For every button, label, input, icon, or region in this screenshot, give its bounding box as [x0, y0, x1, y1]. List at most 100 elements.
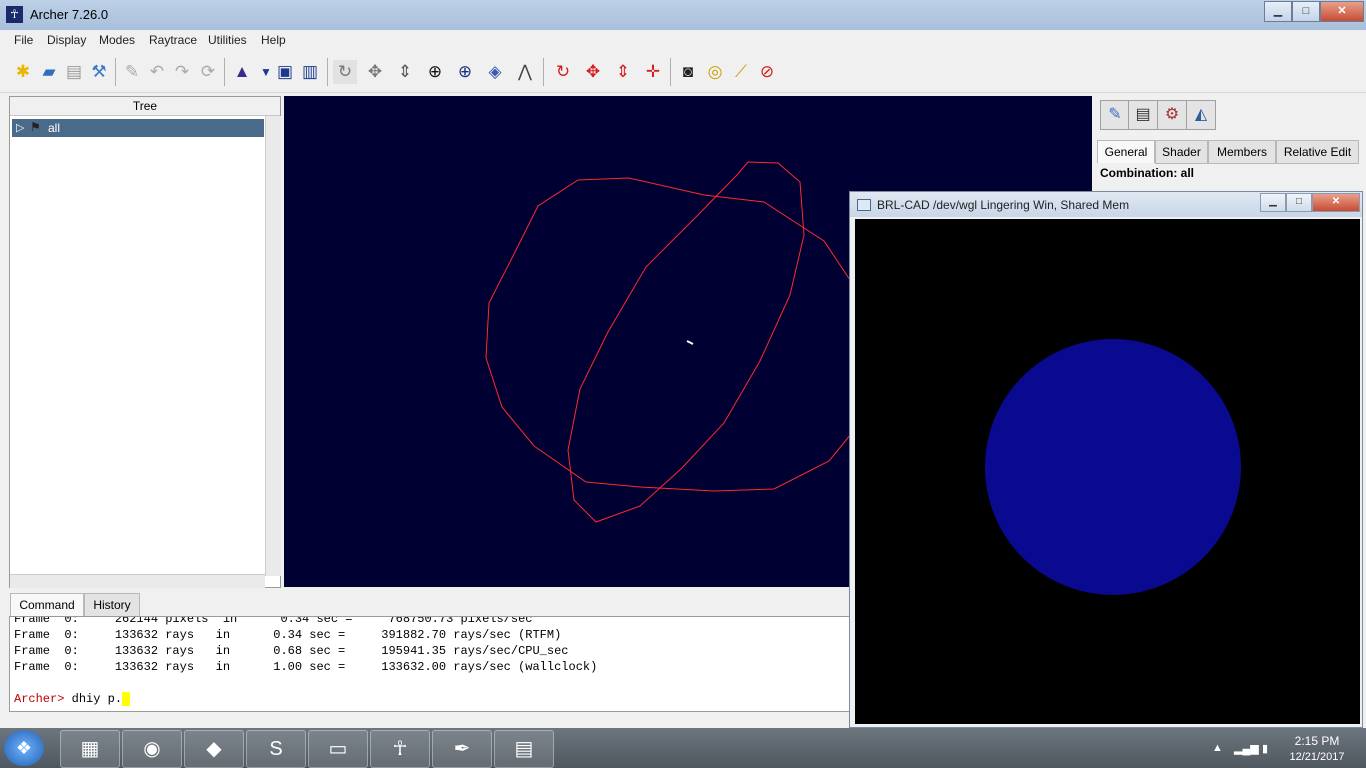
- properties-panel: ✎ ▤ ⚙ ◭ General Shader Members Relative …: [1096, 96, 1366, 196]
- scale-edit-icon[interactable]: ⇕: [611, 60, 635, 84]
- menu-utilities[interactable]: Utilities: [208, 33, 247, 47]
- text-cursor: [122, 691, 131, 706]
- start-button[interactable]: ❖: [4, 730, 44, 766]
- menu-raytrace[interactable]: Raytrace: [149, 33, 197, 47]
- layers-icon[interactable]: ▣: [273, 60, 297, 84]
- archer-icon[interactable]: ☥: [370, 730, 430, 768]
- settings-gear-icon[interactable]: ⚙: [1157, 100, 1187, 130]
- expand-arrow-icon[interactable]: ▷: [16, 121, 24, 134]
- tab-command[interactable]: Command: [10, 593, 84, 617]
- tab-relative-edit[interactable]: Relative Edit: [1276, 140, 1359, 164]
- translate-icon[interactable]: ✥: [363, 60, 387, 84]
- stop-icon[interactable]: ⊘: [755, 60, 779, 84]
- command-input[interactable]: dhiy p.: [64, 692, 122, 706]
- wizard-icon[interactable]: ▲: [230, 60, 254, 84]
- toolbar-separator: [670, 58, 671, 86]
- menu-file[interactable]: File: [14, 33, 33, 47]
- raytrace-icon[interactable]: ◎: [703, 60, 727, 84]
- tab-members[interactable]: Members: [1208, 140, 1276, 164]
- lingering-window: BRL-CAD /dev/wgl Lingering Win, Shared M…: [849, 191, 1363, 728]
- combination-icon: ⚑: [30, 120, 41, 134]
- taskbar: ❖ ▦ ◉ ◆ S ▭ ☥ ✒ ▤ ▲ ▂▄▆ ▮ 2:15 PM 12/21/…: [0, 728, 1366, 768]
- edit-tool-icon[interactable]: ✎: [1100, 100, 1130, 130]
- window-title: Archer 7.26.0: [30, 7, 109, 22]
- tree-vertical-scrollbar[interactable]: [265, 116, 281, 576]
- close-button[interactable]: ✕: [1320, 1, 1364, 22]
- wrench-icon[interactable]: ⚒: [87, 60, 111, 84]
- text-view-icon[interactable]: ▤: [1128, 100, 1158, 130]
- folder-icon[interactable]: ◆: [184, 730, 244, 768]
- file-explorer-icon[interactable]: ▦: [60, 730, 120, 768]
- archer-app-icon: ☥: [6, 6, 23, 23]
- save-icon[interactable]: ▤: [62, 60, 86, 84]
- refresh-icon[interactable]: ⟳: [196, 60, 220, 84]
- terminal-icon[interactable]: ▭: [308, 730, 368, 768]
- undo-icon[interactable]: ↶: [145, 60, 169, 84]
- fb-minimize-button[interactable]: ▁: [1260, 193, 1286, 212]
- wall-icon[interactable]: ▥: [298, 60, 322, 84]
- lingering-window-titlebar: BRL-CAD /dev/wgl Lingering Win, Shared M…: [850, 192, 1362, 217]
- raytraced-sphere: [985, 339, 1241, 595]
- battery-icon[interactable]: ▮: [1262, 742, 1268, 755]
- wireframe-ellipse-1: [485, 177, 867, 492]
- cube-icon[interactable]: ◈: [483, 60, 507, 84]
- center-icon[interactable]: ✛: [641, 60, 665, 84]
- window-icon: [857, 199, 871, 211]
- toolbar-separator: [224, 58, 225, 86]
- firefox-icon[interactable]: ◉: [122, 730, 182, 768]
- cursor-marker: [686, 340, 694, 345]
- tab-general[interactable]: General: [1097, 140, 1155, 163]
- tray-expand-icon[interactable]: ▲: [1212, 742, 1223, 754]
- toolbar-separator: [115, 58, 116, 86]
- tree-horizontal-scrollbar[interactable]: [10, 574, 265, 588]
- rotate-edit-icon[interactable]: ↻: [551, 60, 575, 84]
- camera-icon[interactable]: ◙: [676, 60, 700, 84]
- title-bar: ☥ Archer 7.26.0 ▁ □ ✕: [0, 0, 1366, 30]
- tree-header: Tree: [10, 97, 280, 116]
- fb-close-button[interactable]: ✕: [1312, 193, 1360, 212]
- tab-shader[interactable]: Shader: [1155, 140, 1208, 164]
- broom-icon[interactable]: ⟋: [729, 60, 753, 84]
- minimize-button[interactable]: ▁: [1264, 1, 1292, 22]
- terrain-icon[interactable]: ◭: [1186, 100, 1216, 130]
- command-console[interactable]: Frame 0: 262144 pixels in 0.34 sec = 768…: [9, 616, 851, 712]
- console-line: Frame 0: 133632 rays in 0.34 sec = 39188…: [14, 628, 562, 642]
- lingering-window-title: BRL-CAD /dev/wgl Lingering Win, Shared M…: [877, 198, 1130, 212]
- tree-item-all[interactable]: ▷ ⚑ all: [12, 119, 264, 137]
- toolbar-separator: [327, 58, 328, 86]
- maximize-button[interactable]: □: [1292, 1, 1320, 22]
- crosshair-icon[interactable]: ⊕: [423, 60, 447, 84]
- clock-time[interactable]: 2:15 PM: [1282, 734, 1352, 748]
- clock-date[interactable]: 12/21/2017: [1282, 751, 1352, 763]
- skype-icon[interactable]: S: [246, 730, 306, 768]
- command-prompt: Archer>: [14, 692, 65, 706]
- fb-maximize-button[interactable]: □: [1286, 193, 1312, 212]
- menu-modes[interactable]: Modes: [99, 33, 135, 47]
- console-line: Frame 0: 133632 rays in 0.68 sec = 19594…: [14, 644, 569, 658]
- console-line: Frame 0: 133632 rays in 1.00 sec = 13363…: [14, 660, 598, 674]
- translate-edit-icon[interactable]: ✥: [581, 60, 605, 84]
- framebuffer-canvas: [855, 219, 1360, 724]
- sphere-icon[interactable]: ⊕: [453, 60, 477, 84]
- network-icon[interactable]: ▂▄▆: [1234, 742, 1259, 755]
- redo-icon[interactable]: ↷: [170, 60, 194, 84]
- open-folder-icon[interactable]: ▰: [37, 60, 61, 84]
- compass-icon[interactable]: ⋀: [513, 60, 537, 84]
- new-file-icon[interactable]: ✱: [11, 60, 35, 84]
- tree-item-label: all: [48, 121, 61, 135]
- menu-display[interactable]: Display: [47, 33, 86, 47]
- menu-bar: File Display Modes Raytrace Utilities He…: [0, 30, 1366, 50]
- rotate-icon[interactable]: ↻: [333, 60, 357, 84]
- scale-icon[interactable]: ⇕: [393, 60, 417, 84]
- combination-label: Combination: all: [1100, 166, 1194, 180]
- command-tabs: Command History: [9, 592, 849, 617]
- command-input-line[interactable]: Archer> dhiy p.: [14, 691, 131, 707]
- menu-help[interactable]: Help: [261, 33, 286, 47]
- toolbar: ✱ ▰ ▤ ⚒ ✎ ↶ ↷ ⟳ ▲ ▼ ▣ ▥ ↻ ✥ ⇕ ⊕ ⊕ ◈ ⋀ ↻ …: [0, 52, 1366, 93]
- toolbar-separator: [543, 58, 544, 86]
- tk-icon[interactable]: ✒: [432, 730, 492, 768]
- tree-panel: Tree ▷ ⚑ all: [9, 96, 281, 588]
- tab-history[interactable]: History: [84, 593, 140, 617]
- edit-icon[interactable]: ✎: [120, 60, 144, 84]
- document-icon[interactable]: ▤: [494, 730, 554, 768]
